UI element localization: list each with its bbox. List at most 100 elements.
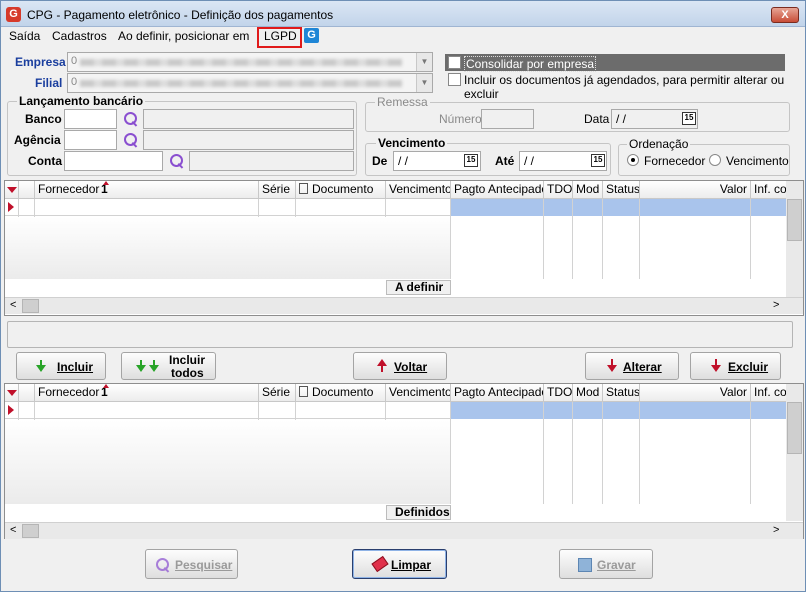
scroll-left-icon[interactable]: < — [10, 299, 16, 311]
scroll-thumb[interactable] — [22, 299, 39, 313]
radio-vencimento-label: Vencimento — [726, 154, 789, 168]
col-mod[interactable]: Mod — [573, 181, 603, 199]
table-row-selected[interactable] — [451, 199, 786, 216]
col-vencimento[interactable]: Vencimento — [386, 181, 451, 199]
arrow-down-icon — [149, 365, 159, 372]
calendar-icon[interactable]: 15 — [591, 154, 605, 167]
menu-ao-definir[interactable]: Ao definir, posicionar em — [118, 29, 249, 43]
grid-a-definir-hscroll[interactable]: < > — [5, 297, 803, 314]
col-status[interactable]: Status — [603, 181, 640, 199]
grid-divider — [543, 199, 544, 279]
voltar-button[interactable]: Voltar — [353, 352, 447, 380]
scroll-thumb[interactable] — [22, 524, 39, 538]
scroll-thumb[interactable] — [787, 199, 802, 241]
calendar-icon[interactable]: 15 — [682, 112, 696, 125]
incluir-todos-label-1: Incluir — [169, 353, 206, 367]
col-documento[interactable]: Documento — [296, 384, 386, 402]
grid-definidos-hscroll[interactable]: < > — [5, 522, 803, 539]
incluir-label: Incluir — [57, 360, 94, 374]
scroll-right-icon[interactable]: > — [773, 524, 779, 536]
filial-label: Filial — [35, 76, 63, 90]
menu-cadastros[interactable]: Cadastros — [52, 29, 107, 43]
col-valor[interactable]: Valor — [640, 181, 751, 199]
col-serie[interactable]: Série — [259, 181, 296, 199]
ordenacao-title: Ordenação — [627, 137, 691, 151]
excluir-button[interactable]: Excluir — [690, 352, 781, 380]
pesquisar-label: Pesquisar — [175, 558, 233, 572]
alterar-button[interactable]: Alterar — [585, 352, 679, 380]
empresa-redacted — [80, 59, 402, 66]
radio-fornecedor[interactable] — [627, 154, 639, 166]
col-pagto-antecipado[interactable]: Pagto Antecipado — [451, 384, 544, 402]
col-valor[interactable]: Valor — [640, 384, 751, 402]
radio-vencimento[interactable] — [709, 154, 721, 166]
grid-divider — [450, 199, 451, 279]
banco-input[interactable] — [64, 109, 117, 129]
col-tdo[interactable]: TDO — [544, 181, 573, 199]
filial-combo[interactable]: 0 ▼ — [67, 73, 433, 93]
col-pagto-antecipado[interactable]: Pagto Antecipado — [451, 181, 544, 199]
col-tdo[interactable]: TDO — [544, 384, 573, 402]
col-inf-cor[interactable]: Inf. cor — [751, 181, 787, 199]
conta-desc-field — [189, 151, 354, 171]
scroll-thumb[interactable] — [787, 402, 802, 454]
grid-footer-a-definir: A definir — [386, 280, 451, 295]
grid-header-blank — [19, 181, 35, 199]
scroll-left-icon[interactable]: < — [10, 524, 16, 536]
incluir-agendados-checkbox[interactable] — [448, 73, 461, 86]
grid-definidos-vscroll[interactable] — [786, 384, 803, 521]
col-vencimento[interactable]: Vencimento — [386, 384, 451, 402]
chevron-down-icon[interactable]: ▼ — [416, 53, 432, 71]
col-status[interactable]: Status — [603, 384, 640, 402]
menu-saida[interactable]: Saída — [9, 29, 40, 43]
consolidar-checkbox[interactable] — [448, 56, 461, 69]
grid-definidos[interactable]: Fornecedor 1 Série Documento Vencimento … — [4, 383, 804, 539]
window-title: CPG - Pagamento eletrônico - Definição d… — [27, 8, 334, 22]
incluir-todos-label-2: todos — [171, 366, 204, 380]
col-inf-cor[interactable]: Inf. cor — [751, 384, 787, 402]
conta-input[interactable] — [64, 151, 163, 171]
vencimento-ate-value: / / — [524, 154, 535, 168]
numero-input[interactable] — [481, 109, 534, 129]
pesquisar-button[interactable]: Pesquisar — [145, 549, 238, 579]
filial-redacted — [80, 80, 402, 87]
col-fornecedor[interactable]: Fornecedor — [35, 384, 259, 402]
numero-label: Número — [439, 112, 482, 126]
banco-label: Banco — [25, 112, 62, 126]
col-serie[interactable]: Série — [259, 384, 296, 402]
menu-lgpd[interactable]: LGPD — [264, 29, 297, 43]
gravar-label: Gravar — [597, 558, 636, 572]
calendar-icon[interactable]: 15 — [464, 154, 478, 167]
search-icon[interactable] — [169, 153, 185, 169]
agencia-input[interactable] — [64, 130, 117, 150]
chevron-down-icon[interactable]: ▼ — [416, 74, 432, 92]
g-app-icon[interactable]: G — [304, 28, 319, 43]
grid-a-definir-vscroll[interactable] — [786, 181, 803, 298]
document-icon — [299, 183, 308, 194]
row-indicator-icon — [8, 202, 14, 212]
empresa-label: Empresa — [15, 55, 66, 69]
search-icon — [155, 557, 171, 573]
search-icon[interactable] — [123, 111, 139, 127]
search-icon[interactable] — [123, 132, 139, 148]
grid-divider — [602, 402, 603, 504]
empresa-combo[interactable]: 0 ▼ — [67, 52, 433, 72]
data-label: Data — [584, 112, 610, 126]
grid-divider — [639, 199, 640, 279]
col-mod[interactable]: Mod — [573, 384, 603, 402]
table-row-selected[interactable] — [451, 402, 786, 419]
col-documento[interactable]: Documento — [296, 181, 386, 199]
limpar-button[interactable]: Limpar — [352, 549, 447, 579]
grid-divider — [750, 402, 751, 504]
grid-empty-area — [5, 217, 450, 279]
col-fornecedor[interactable]: Fornecedor — [35, 181, 259, 199]
arrow-down-icon — [136, 365, 146, 372]
close-button[interactable]: X — [771, 7, 799, 23]
gravar-button[interactable]: Gravar — [559, 549, 653, 579]
incluir-button[interactable]: Incluir — [16, 352, 106, 380]
grid-a-definir[interactable]: Fornecedor 1 Série Documento Vencimento … — [4, 180, 804, 316]
row-indicator-icon — [8, 405, 14, 415]
incluir-todos-button[interactable]: Incluir todos — [121, 352, 216, 380]
vencimento-de-value: / / — [398, 154, 409, 168]
scroll-right-icon[interactable]: > — [773, 299, 779, 311]
